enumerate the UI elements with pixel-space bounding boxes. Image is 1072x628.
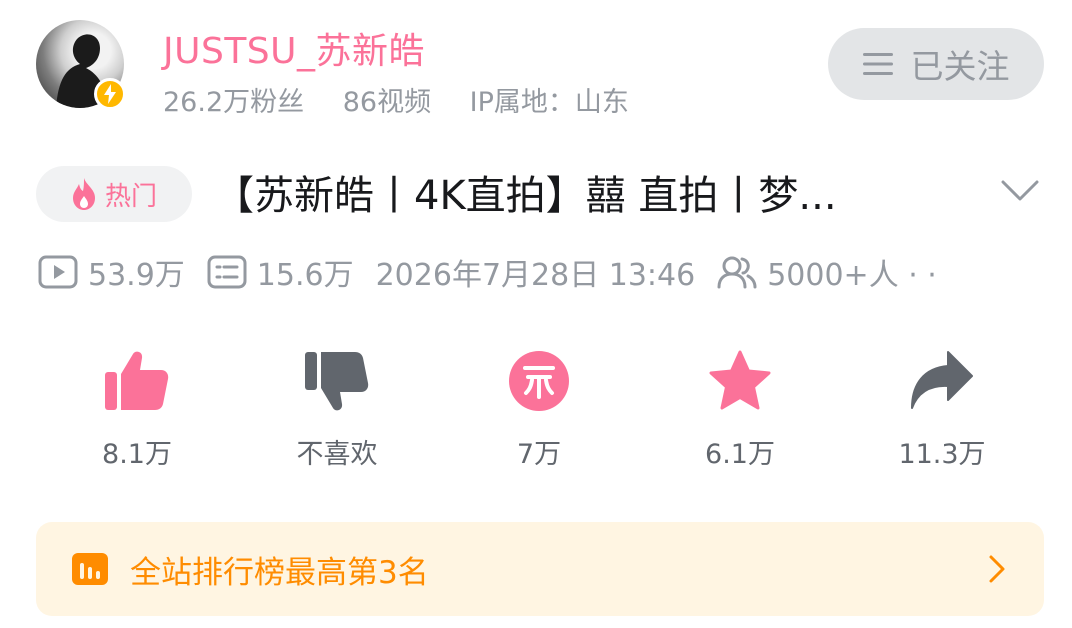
chevron-right-icon (988, 554, 1006, 588)
like-count: 8.1万 (102, 439, 172, 470)
coin-button[interactable]: 7万 (459, 350, 619, 471)
people-icon (717, 256, 757, 289)
video-count: 86视频 (342, 87, 432, 118)
play-count-value: 53.9万 (88, 258, 185, 293)
hot-tag-label: 热门 (104, 181, 157, 212)
follow-label: 已关注 (910, 47, 1010, 86)
share-button[interactable]: 11.3万 (862, 350, 1022, 471)
thumbs-up-icon (105, 351, 169, 410)
play-count: 53.9万 (38, 250, 185, 294)
follower-count: 26.2万粉丝 (163, 87, 305, 118)
menu-icon (862, 52, 893, 76)
video-title[interactable]: 【苏新皓丨4K直拍】囍 直拍丨梦... (214, 166, 954, 226)
favorite-count: 6.1万 (705, 439, 775, 470)
rank-banner[interactable]: 全站排行榜最高第3名 (36, 522, 1044, 616)
danmaku-count: 15.6万 (207, 250, 354, 294)
bar-chart-icon (72, 553, 108, 585)
danmaku-icon (207, 255, 247, 289)
video-stats: 53.9万 15.6万 2026年7月28日 13:46 5000+人 · · (38, 250, 959, 294)
rank-text: 全站排行榜最高第3名 (130, 554, 429, 591)
coin-icon (509, 351, 569, 411)
coin-count: 7万 (516, 439, 562, 470)
dislike-button[interactable]: 不喜欢 (257, 350, 417, 471)
star-icon (709, 350, 771, 410)
thumbs-down-icon (305, 352, 369, 411)
publish-date: 2026年7月28日 13:46 (376, 250, 696, 294)
hot-tag[interactable]: 热门 (36, 166, 192, 222)
follow-button[interactable]: 已关注 (828, 28, 1044, 100)
play-icon (38, 255, 78, 289)
watching-count: 5000+人 · · (717, 250, 937, 294)
share-count: 11.3万 (898, 439, 986, 470)
publish-date-value: 2026年7月28日 13:46 (375, 258, 696, 293)
username[interactable]: JUSTSU_苏新皓 (163, 22, 425, 74)
user-meta: 26.2万粉丝 86视频 IP属地：山东 (163, 80, 659, 119)
danmaku-count-value: 15.6万 (256, 258, 354, 293)
verified-lightning-icon (94, 78, 126, 110)
watching-count-value: 5000+人 · · (767, 258, 937, 293)
share-icon (911, 351, 973, 409)
like-button[interactable]: 8.1万 (57, 350, 217, 471)
flame-icon (71, 178, 97, 210)
ip-location: IP属地：山东 (469, 87, 629, 118)
chevron-down-icon[interactable] (1000, 178, 1040, 208)
favorite-button[interactable]: 6.1万 (660, 350, 820, 471)
dislike-label: 不喜欢 (296, 439, 378, 470)
